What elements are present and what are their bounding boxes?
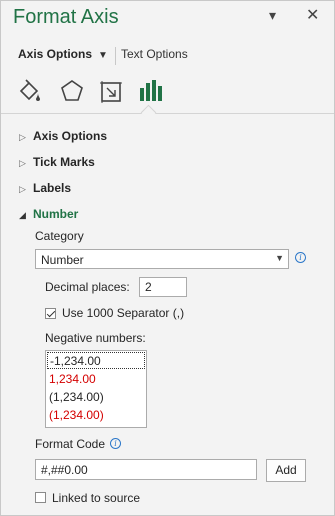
section-number[interactable]: ◢ Number — [19, 207, 78, 221]
category-dropdown[interactable]: Number ▼ — [35, 249, 289, 269]
chevron-down-icon: ▼ — [98, 50, 108, 61]
list-item[interactable]: 1,234.00 — [47, 371, 145, 388]
section-label: Labels — [33, 181, 72, 195]
section-label: Number — [33, 207, 79, 221]
pane-title: Format Axis — [13, 6, 119, 28]
axis-options-icon[interactable] — [135, 77, 165, 105]
tab-axis-options[interactable]: Axis Options ▼ — [18, 47, 108, 61]
task-pane-options-icon[interactable]: ▾ — [269, 7, 276, 24]
section-label: Axis Options — [33, 129, 108, 143]
decimal-places-label: Decimal places: — [45, 280, 130, 294]
tab-divider — [115, 47, 116, 65]
negative-numbers-list[interactable]: -1,234.00 1,234.00 (1,234.00) (1,234.00) — [45, 350, 147, 428]
decimal-places-input[interactable]: 2 — [139, 277, 187, 297]
format-code-input[interactable]: #,##0.00 — [35, 459, 257, 480]
expand-triangle-icon: ▷ — [19, 132, 26, 142]
selected-category-indicator — [140, 104, 157, 121]
collapse-triangle-icon: ◢ — [19, 210, 26, 220]
negative-numbers-label: Negative numbers: — [45, 331, 146, 345]
format-code-label: Format Code — [35, 437, 106, 451]
section-label: Tick Marks — [33, 155, 95, 169]
section-axis-options[interactable]: ▷ Axis Options — [19, 129, 107, 143]
list-item[interactable]: -1,234.00 — [47, 352, 145, 369]
category-label: Category — [35, 229, 84, 243]
expand-triangle-icon: ▷ — [19, 158, 26, 168]
chevron-down-icon: ▼ — [275, 253, 284, 263]
effects-icon[interactable] — [57, 77, 87, 105]
category-separator — [1, 113, 334, 114]
linked-to-source-label: Linked to source — [52, 491, 141, 505]
linked-to-source-checkbox[interactable] — [35, 492, 46, 503]
section-tick-marks[interactable]: ▷ Tick Marks — [19, 155, 95, 169]
expand-triangle-icon: ▷ — [19, 184, 26, 194]
category-dropdown-value: Number — [41, 253, 84, 267]
list-item[interactable]: (1,234.00) — [47, 407, 145, 424]
format-axis-pane: Format Axis ▾ ✕ Axis Options ▼ Text Optio… — [0, 0, 335, 516]
info-icon[interactable]: i — [295, 252, 306, 263]
tab-axis-options-label: Axis Options — [18, 47, 93, 61]
fill-line-icon[interactable] — [15, 77, 45, 105]
use-separator-label: Use 1000 Separator (,) — [62, 306, 185, 320]
info-icon[interactable]: i — [110, 438, 121, 449]
size-properties-icon[interactable] — [97, 77, 127, 105]
add-button[interactable]: Add — [266, 459, 306, 482]
list-item[interactable]: (1,234.00) — [47, 389, 145, 406]
use-separator-checkbox[interactable] — [45, 308, 56, 319]
tab-text-options[interactable]: Text Options — [121, 47, 188, 61]
close-icon[interactable]: ✕ — [306, 5, 319, 25]
section-labels[interactable]: ▷ Labels — [19, 181, 71, 195]
